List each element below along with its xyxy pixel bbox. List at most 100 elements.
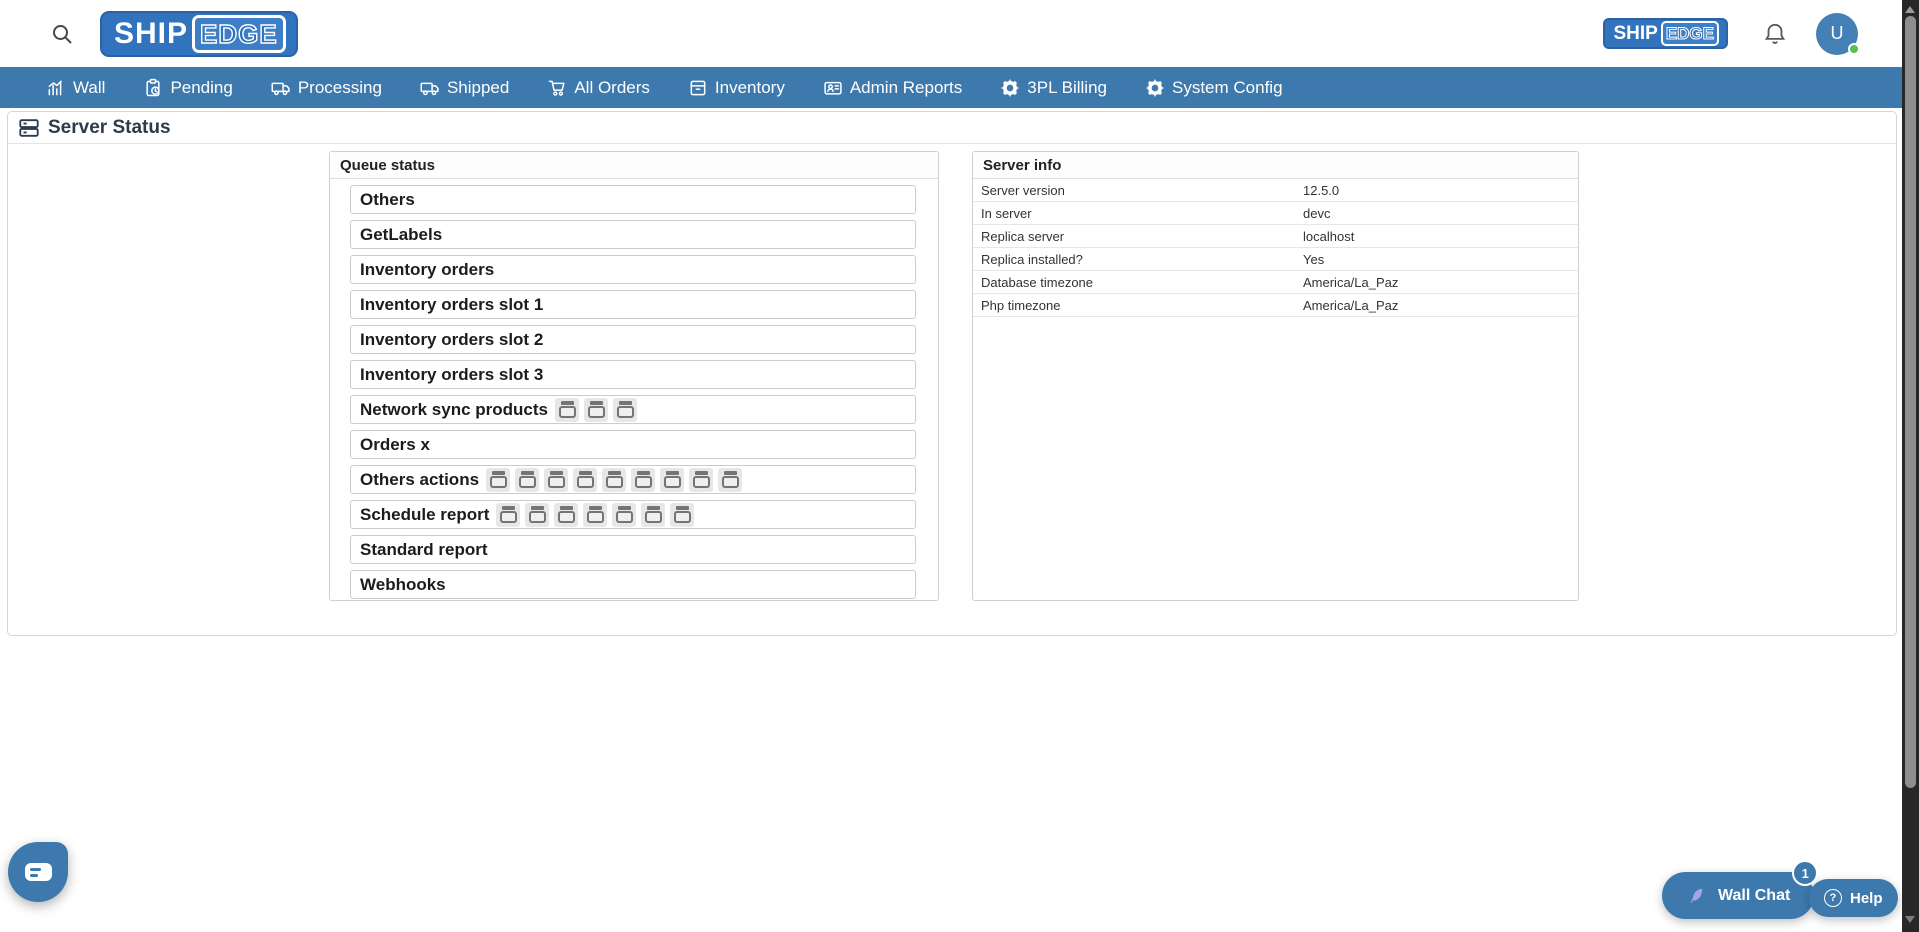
queue-item[interactable]: Inventory orders slot 2	[350, 325, 916, 354]
help-button[interactable]: ? Help	[1809, 879, 1898, 917]
scrollbar-down-arrow-icon[interactable]	[1905, 916, 1915, 923]
queue-item[interactable]: Network sync products	[350, 395, 916, 424]
nav-item-3pl-billing[interactable]: 3PL Billing	[1000, 78, 1107, 98]
question-mark-icon: ?	[1824, 889, 1842, 907]
nav-item-label: Shipped	[447, 78, 509, 98]
nav-item-admin-reports[interactable]: Admin Reports	[823, 78, 962, 98]
printer-icon[interactable]	[555, 398, 579, 422]
report-card-icon	[823, 78, 843, 98]
queue-status-panel-title: Queue status	[330, 152, 938, 179]
cart-icon	[547, 78, 567, 98]
printer-icon[interactable]	[584, 398, 608, 422]
top-header: SHIP EDGE SHIP EDGE U	[0, 0, 1902, 67]
scrollbar-up-arrow-icon[interactable]	[1905, 6, 1915, 13]
user-avatar[interactable]: U	[1816, 13, 1858, 55]
printer-icon[interactable]	[689, 468, 713, 492]
queue-item[interactable]: Inventory orders	[350, 255, 916, 284]
printer-icon[interactable]	[631, 468, 655, 492]
queue-item-label: Inventory orders slot 2	[360, 330, 543, 350]
server-info-value: 12.5.0	[1303, 183, 1339, 198]
nav-item-system-config[interactable]: System Config	[1145, 78, 1283, 98]
printer-icon[interactable]	[515, 468, 539, 492]
server-info-label: Database timezone	[973, 275, 1303, 290]
chat-launcher-button[interactable]	[8, 842, 68, 902]
nav-item-inventory[interactable]: Inventory	[688, 78, 785, 98]
queue-item[interactable]: Schedule report	[350, 500, 916, 529]
queue-item-label: Network sync products	[360, 400, 548, 420]
queue-item[interactable]: Standard report	[350, 535, 916, 564]
page-title: Server Status	[48, 117, 171, 139]
nav-item-label: Pending	[170, 78, 232, 98]
chart-bars-icon	[46, 78, 66, 98]
queue-item-label: Schedule report	[360, 505, 489, 525]
server-icon	[18, 117, 40, 139]
wall-chat-badge: 1	[1792, 860, 1818, 886]
logo-small-text-ship: SHIP	[1613, 23, 1657, 45]
nav-item-label: Wall	[73, 78, 105, 98]
queue-item-label: Inventory orders slot 1	[360, 295, 543, 315]
nav-item-label: System Config	[1172, 78, 1283, 98]
server-info-value: Yes	[1303, 252, 1324, 267]
server-info-row: Php timezone America/La_Paz	[973, 294, 1578, 317]
logo-small-text-edge: EDGE	[1661, 21, 1719, 46]
server-info-panel: Server info Server version 12.5.0 In ser…	[972, 151, 1579, 601]
queue-item[interactable]: Inventory orders slot 3	[350, 360, 916, 389]
server-info-row: Replica server localhost	[973, 225, 1578, 248]
wall-chat-label: Wall Chat	[1718, 887, 1790, 905]
queue-list: Others GetLabels Inventory orders Invent…	[330, 179, 938, 599]
printer-icon[interactable]	[613, 398, 637, 422]
wall-chat-button[interactable]: Wall Chat 1	[1662, 872, 1814, 919]
queue-item[interactable]: Inventory orders slot 1	[350, 290, 916, 319]
queue-item[interactable]: Others	[350, 185, 916, 214]
nav-item-label: 3PL Billing	[1027, 78, 1107, 98]
queue-item-label: Others actions	[360, 470, 479, 490]
queue-item-label: GetLabels	[360, 225, 442, 245]
printer-icon[interactable]	[660, 468, 684, 492]
printer-icon[interactable]	[612, 503, 636, 527]
nav-item-shipped[interactable]: Shipped	[420, 78, 509, 98]
queue-item[interactable]: Orders x	[350, 430, 916, 459]
chat-message-icon	[25, 863, 52, 881]
gear-icon	[1145, 78, 1165, 98]
printer-icon[interactable]	[544, 468, 568, 492]
nav-item-label: Admin Reports	[850, 78, 962, 98]
queue-item-label: Orders x	[360, 435, 430, 455]
server-info-value: localhost	[1303, 229, 1354, 244]
nav-item-label: Inventory	[715, 78, 785, 98]
printer-icon[interactable]	[718, 468, 742, 492]
server-info-panel-title: Server info	[973, 152, 1578, 179]
nav-item-all-orders[interactable]: All Orders	[547, 78, 650, 98]
nav-item-processing[interactable]: Processing	[271, 78, 382, 98]
queue-item-label: Others	[360, 190, 415, 210]
logo-text-ship: SHIP	[114, 17, 188, 51]
scrollbar-thumb[interactable]	[1905, 16, 1916, 788]
printer-icon[interactable]	[583, 503, 607, 527]
printer-icon[interactable]	[670, 503, 694, 527]
server-info-label: Replica server	[973, 229, 1303, 244]
printer-icon[interactable]	[641, 503, 665, 527]
printer-icon[interactable]	[496, 503, 520, 527]
nav-item-pending[interactable]: Pending	[143, 78, 232, 98]
queue-item[interactable]: Webhooks	[350, 570, 916, 599]
server-info-value: America/La_Paz	[1303, 298, 1398, 313]
nav-item-wall[interactable]: Wall	[46, 78, 105, 98]
queue-item[interactable]: Others actions	[350, 465, 916, 494]
online-status-dot	[1848, 43, 1860, 55]
printer-icon[interactable]	[525, 503, 549, 527]
printer-icon[interactable]	[486, 468, 510, 492]
printer-icon[interactable]	[573, 468, 597, 492]
clipboard-clock-icon	[143, 78, 163, 98]
notifications-bell-icon[interactable]	[1760, 19, 1790, 49]
server-info-row: Replica installed? Yes	[973, 248, 1578, 271]
logo-text-edge: EDGE	[192, 15, 286, 53]
main-navbar: Wall Pending Processing Shipped All Orde…	[0, 67, 1902, 108]
printer-icon[interactable]	[554, 503, 578, 527]
printer-icon[interactable]	[602, 468, 626, 492]
shipedge-logo-small: SHIP EDGE	[1603, 18, 1728, 49]
server-info-label: Php timezone	[973, 298, 1303, 313]
server-info-label: Server version	[973, 183, 1303, 198]
shipedge-logo[interactable]: SHIP EDGE	[100, 11, 298, 57]
queue-item[interactable]: GetLabels	[350, 220, 916, 249]
search-icon[interactable]	[48, 20, 76, 48]
nav-item-label: All Orders	[574, 78, 650, 98]
